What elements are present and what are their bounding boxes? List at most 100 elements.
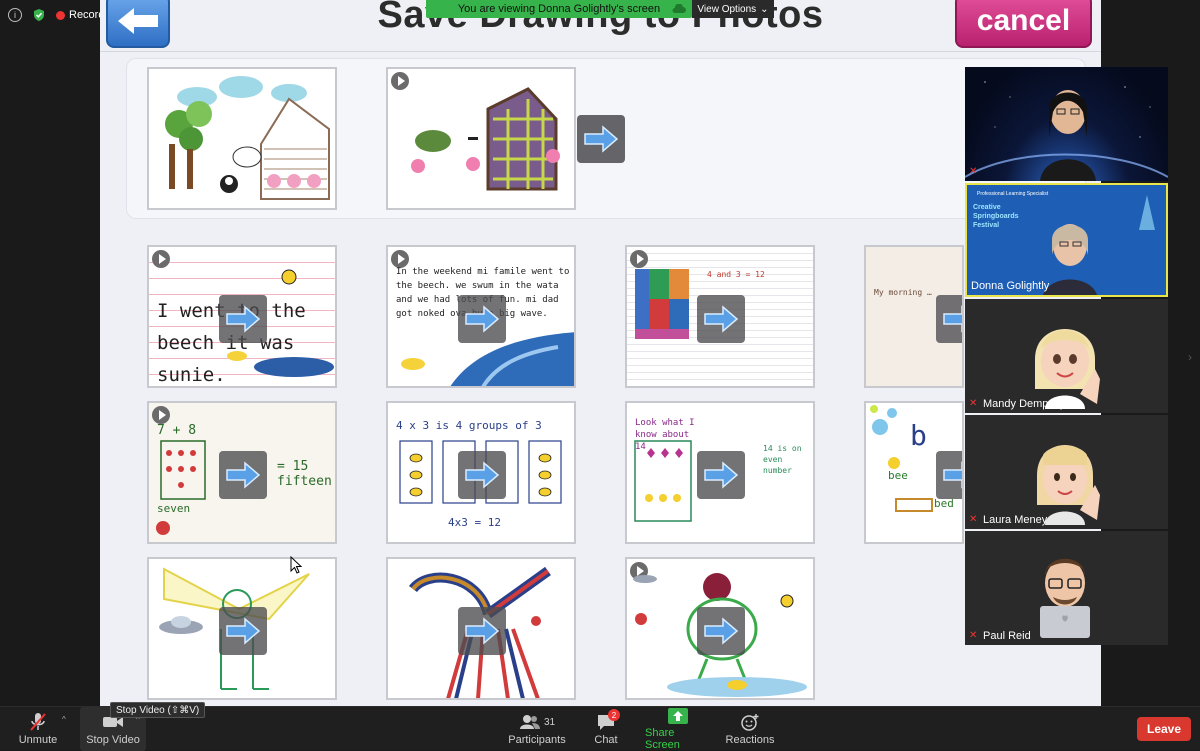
handwritten-text: bee [888, 469, 908, 482]
arrow-right-icon [226, 305, 261, 333]
video-tile[interactable]: ✕ Laura Meney [965, 415, 1168, 529]
handwritten-text: b [910, 419, 927, 452]
move-to-group-button[interactable] [936, 295, 962, 343]
chat-bubble-icon: 2 [596, 709, 620, 732]
drawing-thumbnail[interactable]: 4 x 3 is 4 groups of 3 4x3 = 12 [386, 401, 576, 544]
leave-button[interactable]: Leave [1137, 717, 1191, 741]
shared-screen: Save Drawing to Photos cancel I went the… [100, 0, 1101, 706]
memoji-avatar [1035, 329, 1100, 409]
participant-name: Donna Golightly [971, 280, 1050, 292]
participants-button[interactable]: 31 Participants [505, 707, 569, 751]
arrow-right-icon [704, 461, 739, 489]
move-to-group-button[interactable] [697, 607, 745, 655]
view-options-dropdown[interactable]: View Options ⌄ [692, 0, 774, 18]
drawing-thumbnail[interactable] [386, 557, 576, 700]
shield-check-icon[interactable] [32, 8, 46, 22]
arrow-right-icon [943, 461, 962, 489]
reactions-label: Reactions [725, 734, 775, 746]
arrow-right-icon [704, 617, 739, 645]
handwritten-text: 4 and 3 = 12 [707, 270, 765, 279]
mic-muted-icon: ✕ [969, 630, 978, 641]
mic-muted-icon [29, 712, 47, 732]
participants-count: 31 [543, 716, 556, 728]
reactions-button[interactable]: Reactions [725, 707, 775, 751]
move-to-group-button[interactable] [697, 451, 745, 499]
drawing-thumbnail[interactable] [386, 67, 576, 210]
screen-share-banner: You are viewing Donna Golightly's screen [426, 0, 692, 18]
caret-up-icon[interactable]: ^ [62, 715, 66, 724]
mic-muted-icon: ✕ [969, 166, 978, 177]
move-to-group-button[interactable] [697, 295, 745, 343]
move-to-group-button[interactable] [577, 115, 625, 163]
participant-name: Paul Reid [983, 630, 1031, 642]
handwritten-text: seven [157, 502, 191, 515]
arrow-right-icon [584, 125, 619, 153]
move-to-group-button[interactable] [458, 607, 506, 655]
info-icon[interactable]: i [8, 8, 22, 22]
share-screen-icon [668, 707, 688, 725]
move-to-group-button[interactable] [219, 607, 267, 655]
chat-badge: 2 [608, 709, 620, 721]
chevron-down-icon: ⌄ [760, 3, 769, 15]
move-to-group-button[interactable] [219, 295, 267, 343]
play-icon[interactable] [391, 72, 409, 90]
zoom-meeting-stage: i Recording Save Drawing to Photos cance… [0, 0, 1200, 706]
view-options-label: View Options [697, 3, 757, 15]
drawing-image [165, 76, 330, 200]
banner-text: You are viewing Donna Golightly's screen [457, 3, 661, 15]
cancel-button[interactable]: cancel [955, 0, 1092, 48]
unmute-button[interactable]: Unmute [14, 707, 62, 751]
memoji-avatar [1040, 558, 1090, 638]
move-to-group-button[interactable] [936, 451, 962, 499]
participants-label: Participants [508, 734, 566, 746]
chevron-right-icon[interactable]: › [1188, 350, 1192, 364]
arrow-right-icon [226, 617, 261, 645]
share-screen-label: Share Screen [645, 727, 680, 751]
handwritten-text: 14 is on even number [763, 444, 802, 475]
drawing-image [411, 87, 560, 191]
arrow-right-icon [226, 461, 261, 489]
unmute-label: Unmute [18, 734, 58, 746]
drawing-thumbnail[interactable] [147, 557, 337, 700]
stop-video-label: Stop Video [86, 734, 140, 746]
smiley-plus-icon [740, 712, 760, 732]
arrow-right-icon [465, 617, 500, 645]
stop-video-tooltip: Stop Video (⇧⌘V) [110, 702, 206, 718]
arrow-right-icon [465, 305, 500, 333]
handwritten-text: = 15 fifteen [277, 459, 332, 489]
arrow-right-icon [943, 305, 962, 333]
move-to-group-button[interactable] [458, 451, 506, 499]
drawing-thumbnail[interactable]: 4 and 3 = 12 [625, 245, 815, 388]
drawing-thumbnail[interactable] [147, 67, 337, 210]
participant-video [965, 81, 1168, 181]
drawing-thumbnail[interactable]: Look what I know about 14 14 is on even … [625, 401, 815, 544]
drawing-thumbnail[interactable]: In the weekend mi famile went to the bee… [386, 245, 576, 388]
arrow-right-icon [465, 461, 500, 489]
handwritten-text: 4x3 = 12 [448, 516, 501, 529]
chat-label: Chat [594, 734, 618, 746]
participant-name: Mandy Dempsey [983, 398, 1066, 410]
arrow-left-icon [118, 8, 158, 34]
mic-muted-icon: ✕ [969, 398, 978, 409]
video-tile-active-speaker[interactable]: Professional Learning Specialist Creativ… [965, 183, 1168, 297]
drawing-thumbnail[interactable]: I went to the beech it was sunie. [147, 245, 337, 388]
video-tile[interactable]: ✕ Paul Reid [965, 531, 1168, 645]
drawing-thumbnail[interactable]: My morning … [864, 245, 964, 388]
cloud-icon[interactable] [672, 4, 686, 14]
drawing-thumbnail[interactable]: 7 + 8 = 15 fifteen seven [147, 401, 337, 544]
back-button[interactable] [106, 0, 170, 48]
participants-icon: 31 [519, 712, 555, 732]
mouse-pointer-icon [290, 556, 302, 574]
participant-name: Laura Meney [983, 514, 1048, 526]
drawing-thumbnail[interactable] [625, 557, 815, 700]
drawing-thumbnail[interactable]: b bee bed [864, 401, 964, 544]
chat-button[interactable]: 2 Chat [588, 707, 624, 751]
participant-video-panel: ✕ Professional Learning Specialist Creat… [965, 67, 1168, 647]
share-screen-button[interactable]: Share Screen [645, 707, 711, 751]
video-tile[interactable]: ✕ [965, 67, 1168, 181]
move-to-group-button[interactable] [219, 451, 267, 499]
video-tile[interactable]: ✕ Mandy Dempsey [965, 299, 1168, 413]
move-to-group-button[interactable] [458, 295, 506, 343]
recording-dot-icon [56, 10, 65, 20]
memoji-avatar [1037, 445, 1100, 525]
